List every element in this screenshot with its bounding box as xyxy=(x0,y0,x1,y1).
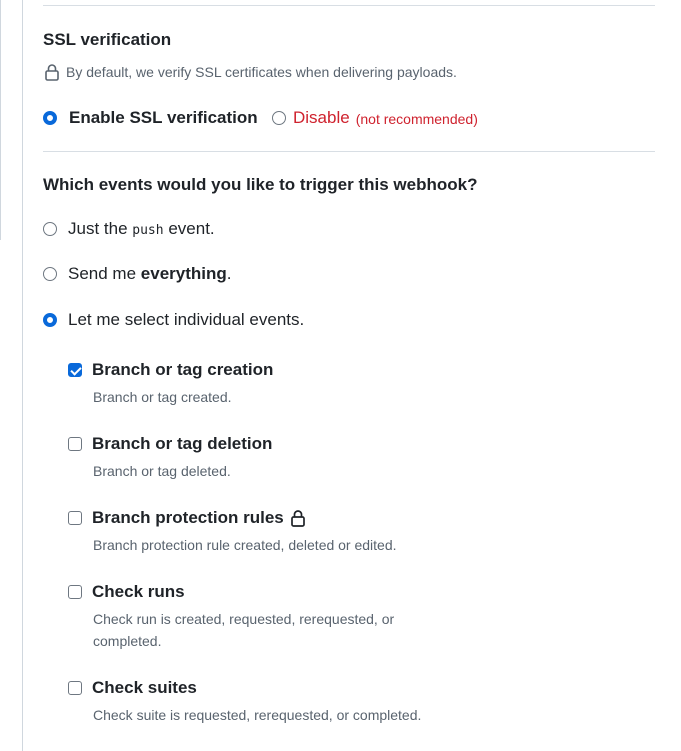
event-title-wrap[interactable]: Branch protection rules xyxy=(92,508,306,528)
events-title: Which events would you like to trigger t… xyxy=(43,175,478,194)
everything-label[interactable]: Send me everything. xyxy=(68,264,232,284)
lock-icon xyxy=(290,509,306,527)
event-item-branch-tag-deletion: Branch or tag deletion Branch or tag del… xyxy=(68,434,488,482)
ssl-enable-option[interactable]: Enable SSL verification xyxy=(43,108,258,128)
event-checkbox[interactable] xyxy=(68,511,82,525)
event-item-branch-protection-rules: Branch protection rules Branch protectio… xyxy=(68,508,488,556)
push-code: push xyxy=(132,223,164,238)
ssl-disable-radio[interactable] xyxy=(272,111,286,125)
push-label[interactable]: Just the push event. xyxy=(68,219,215,239)
push-radio[interactable] xyxy=(43,222,57,236)
divider-top xyxy=(43,5,655,6)
event-checkbox[interactable] xyxy=(68,363,82,377)
ssl-enable-label[interactable]: Enable SSL verification xyxy=(69,108,258,128)
ssl-note: By default, we verify SSL certificates w… xyxy=(44,63,457,81)
content-border xyxy=(22,0,23,751)
event-item-check-suites: Check suites Check suite is requested, r… xyxy=(68,678,488,726)
ssl-title: SSL verification xyxy=(43,30,172,49)
event-description: Check run is created, requested, rereque… xyxy=(93,611,395,649)
divider-middle xyxy=(43,151,655,152)
push-label-prefix: Just the xyxy=(68,219,128,238)
event-item-check-runs: Check runs Check run is created, request… xyxy=(68,582,488,652)
everything-label-prefix: Send me xyxy=(68,264,137,283)
event-option-everything[interactable]: Send me everything. xyxy=(43,264,232,284)
event-description: Branch protection rule created, deleted … xyxy=(93,537,397,553)
event-option-push[interactable]: Just the push event. xyxy=(43,219,215,239)
event-checkbox[interactable] xyxy=(68,681,82,695)
outer-border xyxy=(0,0,1,240)
event-title: Branch protection rules xyxy=(92,508,284,527)
everything-label-bold: everything xyxy=(140,264,227,283)
ssl-disable-option[interactable]: Disable (not recommended) xyxy=(272,108,478,128)
ssl-disable-label[interactable]: Disable xyxy=(293,108,350,128)
everything-label-suffix: . xyxy=(226,264,232,283)
event-title[interactable]: Check runs xyxy=(92,582,185,602)
everything-radio[interactable] xyxy=(43,267,57,281)
event-description: Branch or tag created. xyxy=(93,389,232,405)
event-item-branch-tag-creation: Branch or tag creation Branch or tag cre… xyxy=(68,360,488,408)
event-title[interactable]: Branch or tag deletion xyxy=(92,434,272,454)
event-description: Branch or tag deleted. xyxy=(93,463,231,479)
event-option-individual[interactable]: Let me select individual events. xyxy=(43,310,304,330)
ssl-enable-radio[interactable] xyxy=(43,111,57,125)
push-label-suffix: event. xyxy=(168,219,215,238)
event-checkbox[interactable] xyxy=(68,437,82,451)
ssl-disable-note: (not recommended) xyxy=(355,111,478,127)
lock-icon xyxy=(44,63,60,81)
event-description: Check suite is requested, rerequested, o… xyxy=(93,707,422,723)
event-checkbox[interactable] xyxy=(68,585,82,599)
individual-radio[interactable] xyxy=(43,313,57,327)
individual-label[interactable]: Let me select individual events. xyxy=(68,310,304,330)
event-title[interactable]: Branch or tag creation xyxy=(92,360,273,380)
event-title[interactable]: Check suites xyxy=(92,678,197,698)
ssl-note-text: By default, we verify SSL certificates w… xyxy=(66,64,457,80)
